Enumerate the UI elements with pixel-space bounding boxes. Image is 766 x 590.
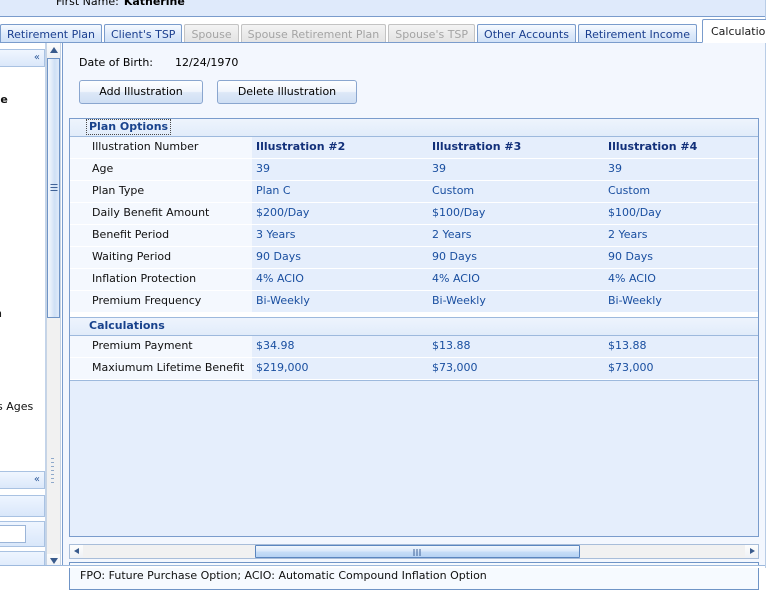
sidebar-text-input[interactable] xyxy=(0,525,26,543)
tab-other-accounts[interactable]: Other Accounts xyxy=(477,24,576,43)
illustrations-grid: Plan Options Illustration NumberIllustra… xyxy=(69,118,759,537)
date-of-birth-value: 12/24/1970 xyxy=(175,56,238,69)
table-row[interactable]: Premium Payment$34.98$13.88$13.88 xyxy=(70,336,758,358)
calculations-section-header[interactable]: Calculations xyxy=(70,318,758,336)
plan-options-row-group: Illustration NumberIllustration #2Illust… xyxy=(70,137,758,313)
table-row[interactable]: Age393939 xyxy=(70,159,758,181)
row-value-cell: 2 Years xyxy=(608,225,759,246)
sidebar-field-row-1[interactable] xyxy=(0,495,45,517)
row-value-cell: $219,000 xyxy=(256,358,432,379)
scrollbar-grip-icon xyxy=(50,184,57,192)
row-value-cell: 90 Days xyxy=(432,247,608,268)
tab-retirement-income[interactable]: Retirement Income xyxy=(578,24,697,43)
row-value-cell: 2 Years xyxy=(432,225,608,246)
row-label-cell: Inflation Protection xyxy=(70,269,252,290)
row-value-cell: 4% ACIO xyxy=(608,269,759,290)
scrollbar-grip-icon-horizontal xyxy=(413,549,422,556)
row-label-cell: Plan Type xyxy=(70,181,252,202)
sidebar-clipped-text-0: nce xyxy=(0,93,8,106)
calculations-panel: Date of Birth: 12/24/1970 Add Illustratio… xyxy=(62,43,766,568)
row-label-cell: Benefit Period xyxy=(70,225,252,246)
tab-spouse-s-tsp: Spouse's TSP xyxy=(388,24,475,43)
row-label-cell: Illustration Number xyxy=(70,137,252,158)
row-value-cell: 4% ACIO xyxy=(432,269,608,290)
date-of-birth-row: Date of Birth: 12/24/1970 xyxy=(79,56,238,69)
row-value-cell: $73,000 xyxy=(432,358,608,379)
sidebar-group-header-top[interactable]: « xyxy=(0,49,45,67)
sidebar-vertical-scrollbar[interactable] xyxy=(46,43,61,568)
sidebar-clipped-text-2: n xyxy=(0,307,2,320)
application-window: First Name: Katherine Retirement PlanClie… xyxy=(0,0,766,568)
row-value-cell: 90 Days xyxy=(256,247,432,268)
row-value-cell: $34.98 xyxy=(256,336,432,357)
row-value-cell: Illustration #2 xyxy=(256,137,432,158)
row-label-cell: Waiting Period xyxy=(70,247,252,268)
grid-horizontal-scrollbar[interactable] xyxy=(69,544,759,559)
plan-options-section-header[interactable]: Plan Options xyxy=(70,119,758,137)
date-of-birth-label: Date of Birth: xyxy=(79,56,153,69)
first-name-value: Katherine xyxy=(124,0,185,8)
row-value-cell: $13.88 xyxy=(432,336,608,357)
row-value-cell: 90 Days xyxy=(608,247,759,268)
row-value-cell: Bi-Weekly xyxy=(256,291,432,312)
table-row[interactable]: Daily Benefit Amount$200/Day$100/Day$100… xyxy=(70,203,758,225)
client-header-band: First Name: Katherine xyxy=(0,0,766,17)
sidebar-group-header-bottom[interactable]: « xyxy=(0,471,45,489)
vertical-scrollbar-thumb[interactable] xyxy=(47,58,60,318)
table-row[interactable]: Illustration NumberIllustration #2Illust… xyxy=(70,137,758,159)
table-row[interactable]: Inflation Protection4% ACIO4% ACIO4% ACI… xyxy=(70,269,758,291)
horizontal-scrollbar-thumb[interactable] xyxy=(255,545,580,558)
table-row[interactable]: Premium FrequencyBi-WeeklyBi-WeeklyBi-We… xyxy=(70,291,758,313)
row-value-cell: $73,000 xyxy=(608,358,759,379)
row-value-cell: 39 xyxy=(432,159,608,180)
tab-list: Retirement PlanClient's TSPSpouseSpouse … xyxy=(0,19,766,43)
delete-illustration-button[interactable]: Delete Illustration xyxy=(217,80,357,104)
row-label-cell: Age xyxy=(70,159,252,180)
grid-empty-area xyxy=(70,380,758,537)
tab-strip: Retirement PlanClient's TSPSpouseSpouse … xyxy=(0,17,766,43)
row-value-cell: Bi-Weekly xyxy=(608,291,759,312)
calculations-header-label[interactable]: Calculations xyxy=(87,319,167,333)
row-value-cell: Plan C xyxy=(256,181,432,202)
row-value-cell: Bi-Weekly xyxy=(432,291,608,312)
plan-options-header-label[interactable]: Plan Options xyxy=(87,120,170,134)
table-row[interactable]: Maxiumum Lifetime Benefit$219,000$73,000… xyxy=(70,358,758,380)
row-label-cell: Premium Payment xyxy=(70,336,252,357)
row-value-cell: 39 xyxy=(608,159,759,180)
row-value-cell: $100/Day xyxy=(432,203,608,224)
row-value-cell: 3 Years xyxy=(256,225,432,246)
scroll-up-arrow-icon[interactable] xyxy=(47,43,60,57)
tab-client-s-tsp[interactable]: Client's TSP xyxy=(104,24,182,43)
sidebar-clipped-text-3: us Ages xyxy=(0,400,33,413)
table-row[interactable]: Benefit Period3 Years2 Years2 Years xyxy=(70,225,758,247)
tab-calculations[interactable]: Calculations xyxy=(702,19,766,43)
row-value-cell: 4% ACIO xyxy=(256,269,432,290)
chevron-collapse-icon-bottom[interactable]: « xyxy=(34,474,40,486)
row-label-cell: Maxiumum Lifetime Benefit xyxy=(70,358,252,379)
tab-retirement-plan[interactable]: Retirement Plan xyxy=(0,24,102,43)
left-sidebar: « nce it n us Ages « xyxy=(0,43,46,568)
row-value-cell: Custom xyxy=(608,181,759,202)
row-value-cell: Illustration #4 xyxy=(608,137,759,158)
add-illustration-button[interactable]: Add Illustration xyxy=(79,80,203,104)
table-row[interactable]: Waiting Period90 Days90 Days90 Days xyxy=(70,247,758,269)
calculations-row-group: Premium Payment$34.98$13.88$13.88Maxiumu… xyxy=(70,336,758,380)
row-value-cell: Custom xyxy=(432,181,608,202)
chevron-collapse-icon[interactable]: « xyxy=(34,52,40,64)
table-row[interactable]: Plan TypePlan CCustomCustom xyxy=(70,181,758,203)
tab-spouse: Spouse xyxy=(184,24,238,43)
tab-spouse-retirement-plan: Spouse Retirement Plan xyxy=(241,24,387,43)
scrollbar-resize-dots-icon xyxy=(51,458,54,484)
row-value-cell: $13.88 xyxy=(608,336,759,357)
row-value-cell: $100/Day xyxy=(608,203,759,224)
row-label-cell: Premium Frequency xyxy=(70,291,252,312)
row-value-cell: $200/Day xyxy=(256,203,432,224)
row-label-cell: Daily Benefit Amount xyxy=(70,203,252,224)
scroll-right-arrow-icon[interactable] xyxy=(745,545,758,558)
row-value-cell: 39 xyxy=(256,159,432,180)
first-name-label: First Name: xyxy=(56,0,119,8)
row-value-cell: Illustration #3 xyxy=(432,137,608,158)
scroll-left-arrow-icon[interactable] xyxy=(70,545,83,558)
